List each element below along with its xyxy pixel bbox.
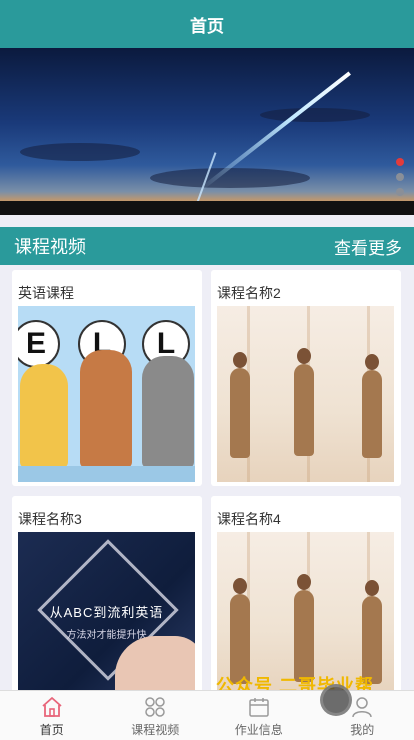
yoga-person xyxy=(362,370,382,458)
cartoon-kid xyxy=(80,350,132,468)
course-card[interactable]: 课程名称4 xyxy=(211,496,401,696)
calendar-icon xyxy=(249,698,269,717)
floating-assistive-button[interactable] xyxy=(320,684,352,716)
person-head xyxy=(233,578,247,594)
tab-homework[interactable]: 作业信息 xyxy=(207,691,311,740)
person-head xyxy=(365,580,379,596)
carousel-indicators xyxy=(396,158,404,196)
grid-icon xyxy=(145,697,165,717)
tab-home[interactable]: 首页 xyxy=(0,691,104,740)
see-more-link[interactable]: 查看更多 xyxy=(334,234,402,259)
user-icon xyxy=(352,697,372,718)
yoga-person xyxy=(362,596,382,684)
course-card[interactable]: 课程名称2 xyxy=(211,270,401,486)
person-head xyxy=(297,574,311,590)
yoga-person xyxy=(230,368,250,458)
carousel-dot-active[interactable] xyxy=(396,158,404,166)
banner-cloud xyxy=(150,168,310,188)
poster-headline: 从ABC到流利英语 xyxy=(49,605,164,620)
tab-label: 作业信息 xyxy=(234,723,283,737)
tab-label: 课程视频 xyxy=(131,723,180,737)
ground xyxy=(18,466,195,482)
banner-horizon xyxy=(0,201,414,215)
section-title: 课程视频 xyxy=(14,237,86,257)
home-icon xyxy=(42,697,62,717)
yoga-person xyxy=(230,594,250,684)
carousel-dot[interactable] xyxy=(396,173,404,181)
cartoon-kid xyxy=(142,356,194,468)
person-head xyxy=(297,348,311,364)
course-title: 课程名称4 xyxy=(217,511,281,527)
course-title: 课程名称2 xyxy=(217,285,281,301)
yoga-person xyxy=(294,590,314,682)
course-card[interactable]: 英语课程 E L L xyxy=(12,270,202,486)
person-head xyxy=(365,354,379,370)
course-card[interactable]: 课程名称3 从ABC到流利英语 方法对才能提升快 xyxy=(12,496,202,696)
course-section-header: 课程视频 查看更多 xyxy=(0,227,414,265)
tab-label: 我的 xyxy=(350,723,375,737)
banner-cloud xyxy=(20,143,140,161)
banner-carousel[interactable] xyxy=(0,48,414,215)
course-thumbnail[interactable]: E L L xyxy=(18,306,195,482)
tab-label: 首页 xyxy=(39,723,64,737)
banner-cloud xyxy=(260,108,370,122)
course-title: 课程名称3 xyxy=(18,511,82,527)
header-bar: 首页 xyxy=(0,0,414,48)
course-title: 英语课程 xyxy=(18,285,74,301)
cartoon-kid xyxy=(20,364,68,468)
course-thumbnail[interactable] xyxy=(217,306,394,482)
letter-ball: E xyxy=(18,320,60,368)
carousel-dot[interactable] xyxy=(396,188,404,196)
person-head xyxy=(233,352,247,368)
page-title: 首页 xyxy=(190,16,224,36)
yoga-person xyxy=(294,364,314,456)
course-thumbnail[interactable]: 从ABC到流利英语 方法对才能提升快 xyxy=(18,532,195,696)
tab-course-videos[interactable]: 课程视频 xyxy=(104,691,208,740)
